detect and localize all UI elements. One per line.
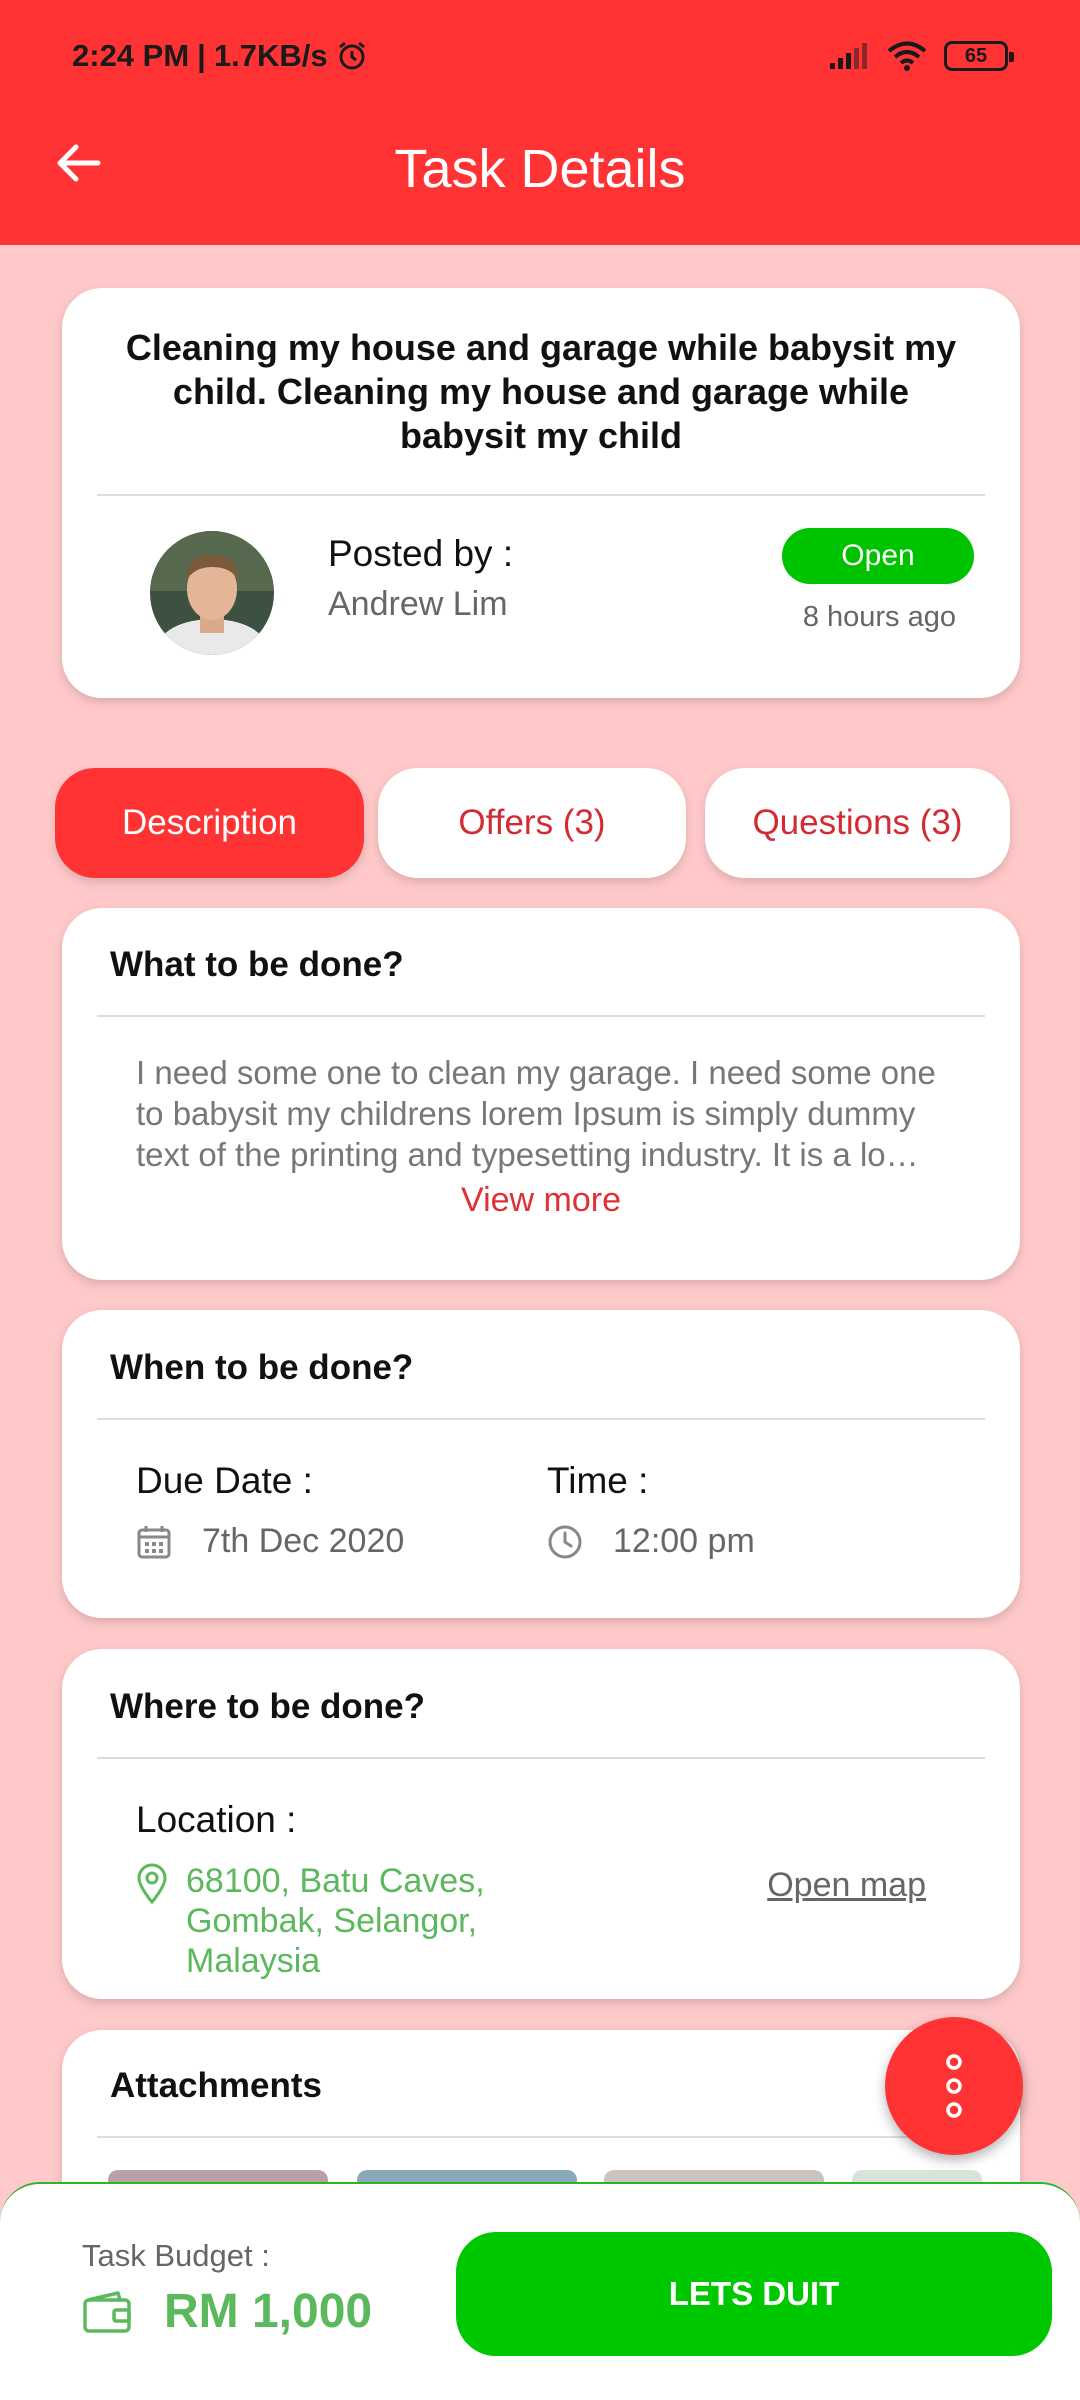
status-left: 2:24 PM | 1.7KB/s <box>72 38 368 74</box>
due-date-label: Due Date : <box>136 1460 313 1501</box>
budget-label: Task Budget : <box>82 2238 270 2273</box>
location-label: Location : <box>136 1799 297 1840</box>
task-summary-card: Cleaning my house and garage while babys… <box>62 288 1020 698</box>
alarm-icon <box>338 41 365 70</box>
divider <box>97 1757 985 1759</box>
section-title: When to be done? <box>110 1348 414 1387</box>
tab-description[interactable]: Description <box>55 768 364 878</box>
posted-by-label: Posted by : <box>328 533 514 574</box>
divider <box>97 494 985 496</box>
status-right: 65 <box>828 40 1014 72</box>
signal-icon <box>830 43 867 69</box>
battery-level: 65 <box>964 44 988 67</box>
open-map-link[interactable]: Open map <box>767 1866 926 1905</box>
tab-offers[interactable]: Offers (3) <box>378 768 686 878</box>
time-label: Time : <box>547 1460 649 1501</box>
section-title: Where to be done? <box>110 1687 425 1726</box>
app-bar: 2:24 PM | 1.7KB/s 65 Task Details <box>0 0 1080 245</box>
status-separator: | <box>197 38 206 73</box>
section-title: What to be done? <box>110 945 404 984</box>
poster-photo <box>150 531 274 655</box>
divider <box>97 2136 985 2138</box>
wifi-icon <box>887 41 927 71</box>
avatar[interactable] <box>150 531 274 655</box>
budget-amount: RM 1,000 <box>164 2285 373 2338</box>
tab-questions[interactable]: Questions (3) <box>705 768 1010 878</box>
network-speed: 1.7KB/s <box>213 38 328 73</box>
page-title: Task Details <box>394 139 686 199</box>
description-card: What to be done? I need some one to clea… <box>62 908 1020 1280</box>
location-text: 68100, Batu Caves, Gombak, Selangor, Mal… <box>186 1862 485 1980</box>
more-vertical-icon <box>946 2054 962 2118</box>
divider <box>97 1015 985 1017</box>
wallet-icon <box>83 2290 131 2333</box>
status-badge: Open <box>782 528 974 584</box>
divider <box>97 1418 985 1420</box>
posted-time: 8 hours ago <box>802 601 956 633</box>
task-title: Cleaning my house and garage while babys… <box>125 327 957 456</box>
when-card: When to be done? Due Date : 7th Dec 2020… <box>62 1310 1020 1618</box>
budget-value: RM 1,000 <box>82 2284 372 2339</box>
view-more-link[interactable]: View more <box>62 1181 1020 1220</box>
map-pin-icon <box>137 1863 167 1905</box>
battery-icon: 65 <box>944 41 1014 71</box>
due-date-text: 7th Dec 2020 <box>202 1522 405 1560</box>
due-date-value[interactable]: 7th Dec 2020 <box>136 1522 404 1561</box>
lets-duit-button[interactable]: LETS DUIT <box>456 2232 1052 2356</box>
status-bar: 2:24 PM | 1.7KB/s 65 <box>0 0 1080 118</box>
time-value[interactable]: 12:00 pm <box>547 1522 755 1561</box>
bottom-bar: Task Budget : RM 1,000 LETS DUIT <box>0 2182 1080 2400</box>
time-text: 12:00 pm <box>613 1522 755 1560</box>
calendar-icon <box>137 1525 171 1558</box>
status-time: 2:24 PM <box>72 38 190 73</box>
clock-icon <box>548 1525 582 1558</box>
more-options-button[interactable] <box>885 2017 1023 2155</box>
description-text: I need some one to clean my garage. I ne… <box>136 1054 936 1173</box>
where-card: Where to be done? Location : 68100, Batu… <box>62 1649 1020 1999</box>
poster-name[interactable]: Andrew Lim <box>328 585 508 624</box>
location-value: 68100, Batu Caves, Gombak, Selangor, Mal… <box>136 1861 606 1981</box>
section-title: Attachments <box>110 2066 322 2105</box>
